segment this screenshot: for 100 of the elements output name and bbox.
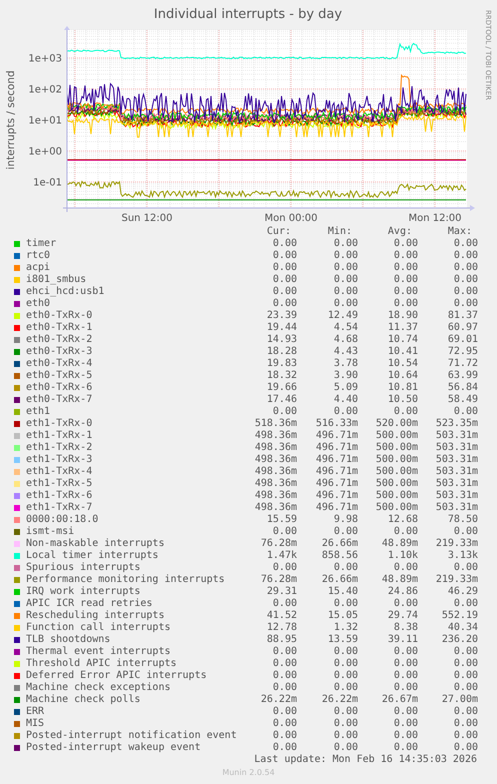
legend-value: 552.19	[440, 610, 478, 622]
legend-value: 41.52	[266, 610, 297, 622]
legend-value: 14.93	[266, 334, 297, 346]
legend-value: 498.36m	[254, 502, 297, 514]
legend-value: 8.38	[392, 622, 418, 634]
legend-value: 0.00	[332, 250, 358, 262]
legend-value: 10.41	[386, 346, 418, 358]
legend-label: acpi	[26, 262, 52, 274]
legend-value: 0.00	[332, 262, 358, 274]
legend-value: 0.00	[272, 718, 297, 730]
legend-value: 0.00	[332, 718, 358, 730]
legend-value: 12.68	[386, 514, 418, 526]
legend-value: 496.71m	[314, 454, 358, 466]
legend-value: 520.00m	[374, 418, 418, 430]
legend-value: 0.00	[452, 670, 478, 682]
legend-value: 0.00	[452, 250, 478, 262]
legend-value: 23.39	[266, 310, 297, 322]
last-update-text: Last update: Mon Feb 16 14:35:03 2026	[254, 754, 477, 766]
legend-value: 0.00	[272, 562, 297, 574]
legend-value: 0.00	[272, 646, 297, 658]
legend-value: 496.71m	[314, 430, 358, 442]
legend-value: 496.71m	[314, 490, 358, 502]
legend-value: 0.00	[392, 706, 418, 718]
legend-value: 56.84	[446, 382, 478, 394]
legend-label: ismt-msi	[26, 526, 76, 538]
legend-value: 219.33m	[434, 574, 478, 586]
legend-value: 0.00	[332, 298, 358, 310]
legend-value: 858.56	[320, 550, 358, 562]
legend-value: 0.00	[392, 646, 418, 658]
legend-label: eth1-TxRx-7	[26, 502, 94, 514]
legend-value: 503.31m	[434, 466, 478, 478]
legend-value: 498.36m	[254, 478, 297, 490]
legend-value: 0.00	[452, 406, 478, 418]
legend-label: eth0-TxRx-6	[26, 382, 94, 394]
x-tick-label: Mon 12:00	[408, 213, 462, 224]
column-header: Min:	[326, 226, 353, 238]
legend-value: 0.00	[272, 730, 297, 742]
legend-value: 496.71m	[314, 478, 358, 490]
legend-value: 15.05	[326, 610, 358, 622]
legend-label: Function call interrupts	[26, 622, 172, 634]
legend-value: 0.00	[272, 250, 297, 262]
legend-value: 24.86	[386, 586, 418, 598]
legend-value: 29.74	[386, 610, 418, 622]
legend-value: 26.67m	[380, 694, 418, 706]
legend-value: 0.00	[332, 562, 358, 574]
legend-label: eth0-TxRx-5	[26, 370, 94, 382]
legend-value: 3.13k	[446, 550, 478, 562]
legend-value: 0.00	[272, 658, 297, 670]
legend-value: 58.49	[446, 394, 478, 406]
legend-value: 0.00	[272, 706, 297, 718]
legend-value: 10.81	[386, 382, 418, 394]
legend-value: 219.33m	[434, 538, 478, 550]
legend-label: 0000:00:18.0	[26, 514, 100, 526]
x-tick-label: Sun 12:00	[121, 213, 173, 224]
legend-value: 0.00	[452, 298, 478, 310]
legend-value: 1.47k	[266, 550, 297, 562]
legend-value: 3.78	[332, 358, 358, 370]
legend-value: 1.32	[332, 622, 358, 634]
legend-value: 0.00	[392, 658, 418, 670]
legend-value: 496.71m	[314, 442, 358, 454]
legend-label: eth0	[26, 298, 52, 310]
legend-value: 48.89m	[380, 538, 418, 550]
legend-value: 0.00	[392, 562, 418, 574]
legend-value: 69.01	[446, 334, 478, 346]
legend-value: 26.22m	[320, 694, 358, 706]
legend-value: 0.00	[332, 238, 358, 250]
y-axis-label: interrupts / second	[5, 70, 17, 170]
legend-value: 498.36m	[254, 454, 297, 466]
legend-label: rtc0	[26, 250, 52, 262]
legend-value: 503.31m	[434, 430, 478, 442]
legend-value: 81.37	[446, 310, 478, 322]
legend-value: 10.50	[386, 394, 418, 406]
legend-value: 0.00	[332, 730, 358, 742]
legend-value: 76.28m	[260, 538, 297, 550]
legend-label: Posted-interrupt wakeup event	[26, 742, 202, 754]
legend-value: 503.31m	[434, 502, 478, 514]
legend-value: 5.09	[332, 382, 358, 394]
legend-value: 9.98	[332, 514, 358, 526]
legend-label: Performance monitoring interrupts	[26, 574, 226, 586]
legend-value: 236.20	[440, 634, 478, 646]
legend-value: 0.00	[392, 598, 418, 610]
legend-value: 78.50	[446, 514, 478, 526]
legend-label: ERR	[26, 706, 46, 718]
legend-value: 498.36m	[254, 430, 297, 442]
legend-label: eth1-TxRx-2	[26, 442, 94, 454]
legend-value: 0.00	[452, 706, 478, 718]
legend-label: Local timer interrupts	[26, 550, 160, 562]
legend-value: 0.00	[392, 250, 418, 262]
legend-label: eth0-TxRx-1	[26, 322, 94, 334]
legend-value: 4.40	[332, 394, 358, 406]
legend-value: 0.00	[452, 658, 478, 670]
legend-value: 26.66m	[320, 538, 358, 550]
y-tick-label: 1e-01	[33, 178, 62, 188]
legend-value: 0.00	[452, 730, 478, 742]
legend-value: 60.97	[446, 322, 478, 334]
legend-value: 72.95	[446, 346, 478, 358]
legend-label: Machine check exceptions	[26, 682, 172, 694]
legend-label: Thermal event interrupts	[26, 646, 172, 658]
legend-value: 19.66	[266, 382, 297, 394]
y-tick-label: 1e+03	[28, 54, 62, 64]
